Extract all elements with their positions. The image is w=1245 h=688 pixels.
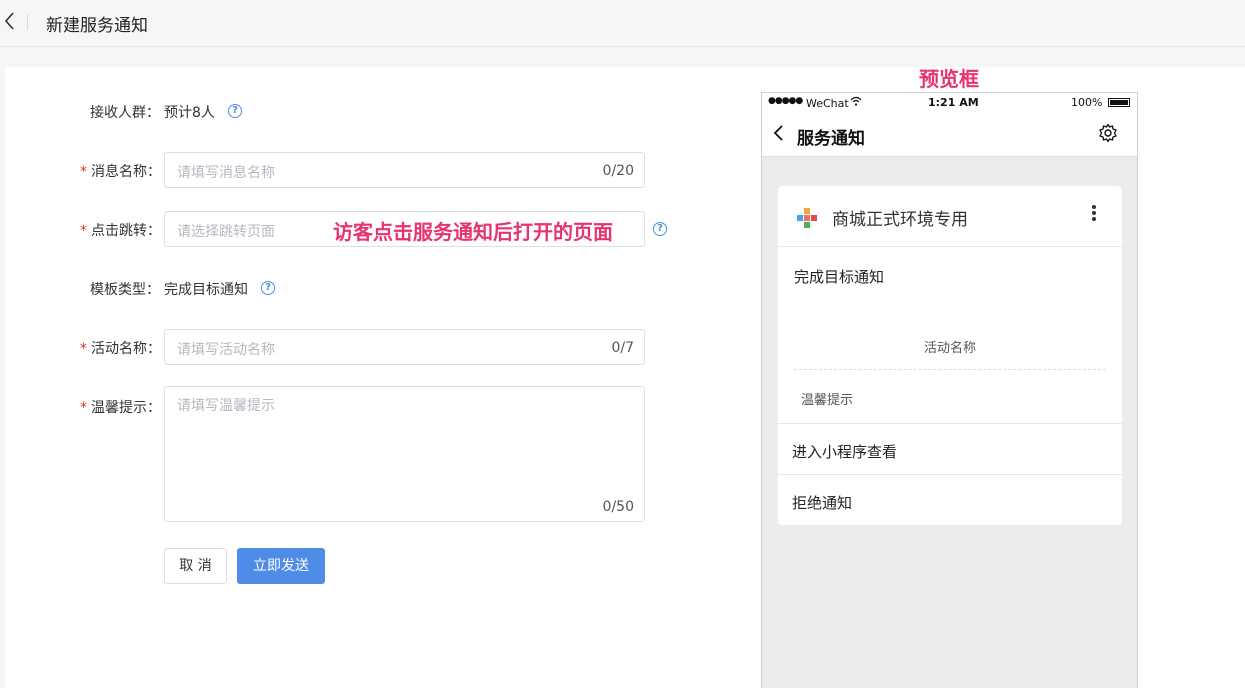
signal-icon: ●●●●● xyxy=(768,96,803,106)
jump-annotation: 访客点击服务通知后打开的页面 xyxy=(333,220,613,244)
activity-name-counter: 0/7 xyxy=(611,340,634,356)
card-template-name: 完成目标通知 xyxy=(794,268,885,286)
preview-title: 预览框 xyxy=(919,67,979,91)
template-type-label: 模板类型： xyxy=(90,282,160,298)
activity-name-placeholder: 请填写活动名称 xyxy=(177,342,275,358)
top-bar: 新建服务通知 xyxy=(0,0,1245,47)
card-divider xyxy=(778,474,1122,475)
recipients-value: 预计8人 xyxy=(164,105,215,121)
required-mark: * xyxy=(80,164,87,180)
chevron-left-icon[interactable] xyxy=(772,123,784,148)
gear-icon[interactable] xyxy=(1098,123,1118,148)
page-title: 新建服务通知 xyxy=(46,16,148,36)
status-bar: ●●●●● WeChat 1:21 AM 100% xyxy=(762,93,1137,113)
enter-miniprogram-link[interactable]: 进入小程序查看 xyxy=(792,441,897,462)
tip-label-text: 温馨提示： xyxy=(91,400,161,416)
activity-name-label-text: 活动名称： xyxy=(91,341,161,357)
send-now-button[interactable]: 立即发送 xyxy=(237,548,325,584)
shop-name: 商城正式环境专用 xyxy=(832,210,968,230)
message-name-placeholder: 请填写消息名称 xyxy=(177,165,275,181)
shop-logo-icon xyxy=(796,207,818,229)
message-name-counter: 0/20 xyxy=(602,163,634,179)
phone-preview: ●●●●● WeChat 1:21 AM 100% 服务通知 商城正式环境专用 … xyxy=(761,92,1138,688)
message-name-input[interactable]: 请填写消息名称 0/20 xyxy=(164,152,645,188)
tip-counter: 0/50 xyxy=(602,499,634,515)
question-circle-icon[interactable]: ? xyxy=(653,222,667,236)
jump-page-placeholder: 请选择跳转页面 xyxy=(177,224,275,240)
wifi-icon xyxy=(850,96,862,109)
back-icon[interactable] xyxy=(2,10,20,32)
question-circle-icon[interactable]: ? xyxy=(228,104,242,118)
notification-card: 商城正式环境专用 完成目标通知 活动名称 温馨提示 进入小程序查看 拒绝通知 xyxy=(778,186,1122,525)
phone-navbar: 服务通知 xyxy=(762,113,1137,157)
phone-nav-title: 服务通知 xyxy=(797,129,865,149)
message-name-label-text: 消息名称： xyxy=(91,164,161,180)
status-time: 1:21 AM xyxy=(928,96,979,109)
click-jump-label: * 点击跳转： xyxy=(80,220,161,240)
dashed-divider xyxy=(794,369,1106,370)
tip-label: * 温馨提示： xyxy=(80,397,161,417)
battery-percent: 100% xyxy=(1071,96,1103,109)
card-activity-name: 活动名称 xyxy=(923,341,976,356)
refuse-notification-link[interactable]: 拒绝通知 xyxy=(792,492,852,513)
carrier-label: WeChat xyxy=(806,97,849,110)
required-mark: * xyxy=(80,341,87,357)
required-mark: * xyxy=(80,400,87,416)
card-header: 商城正式环境专用 xyxy=(778,186,1122,247)
tip-placeholder: 请填写温馨提示 xyxy=(177,398,275,414)
activity-name-input[interactable]: 请填写活动名称 0/7 xyxy=(164,329,645,365)
click-jump-label-text: 点击跳转： xyxy=(91,223,161,239)
tip-textarea[interactable]: 请填写温馨提示 0/50 xyxy=(164,386,645,522)
required-mark: * xyxy=(80,223,87,239)
more-vertical-icon[interactable] xyxy=(1091,204,1097,225)
card-tip: 温馨提示 xyxy=(801,393,854,408)
message-name-label: * 消息名称： xyxy=(80,161,161,181)
question-circle-icon[interactable]: ? xyxy=(261,281,275,295)
recipients-label: 接收人群： xyxy=(90,105,160,121)
cancel-button[interactable]: 取 消 xyxy=(164,548,227,584)
activity-name-label: * 活动名称： xyxy=(80,338,161,358)
battery-icon xyxy=(1108,98,1130,107)
header-divider xyxy=(27,14,28,30)
template-type-value: 完成目标通知 xyxy=(164,282,248,298)
card-divider xyxy=(778,423,1122,424)
